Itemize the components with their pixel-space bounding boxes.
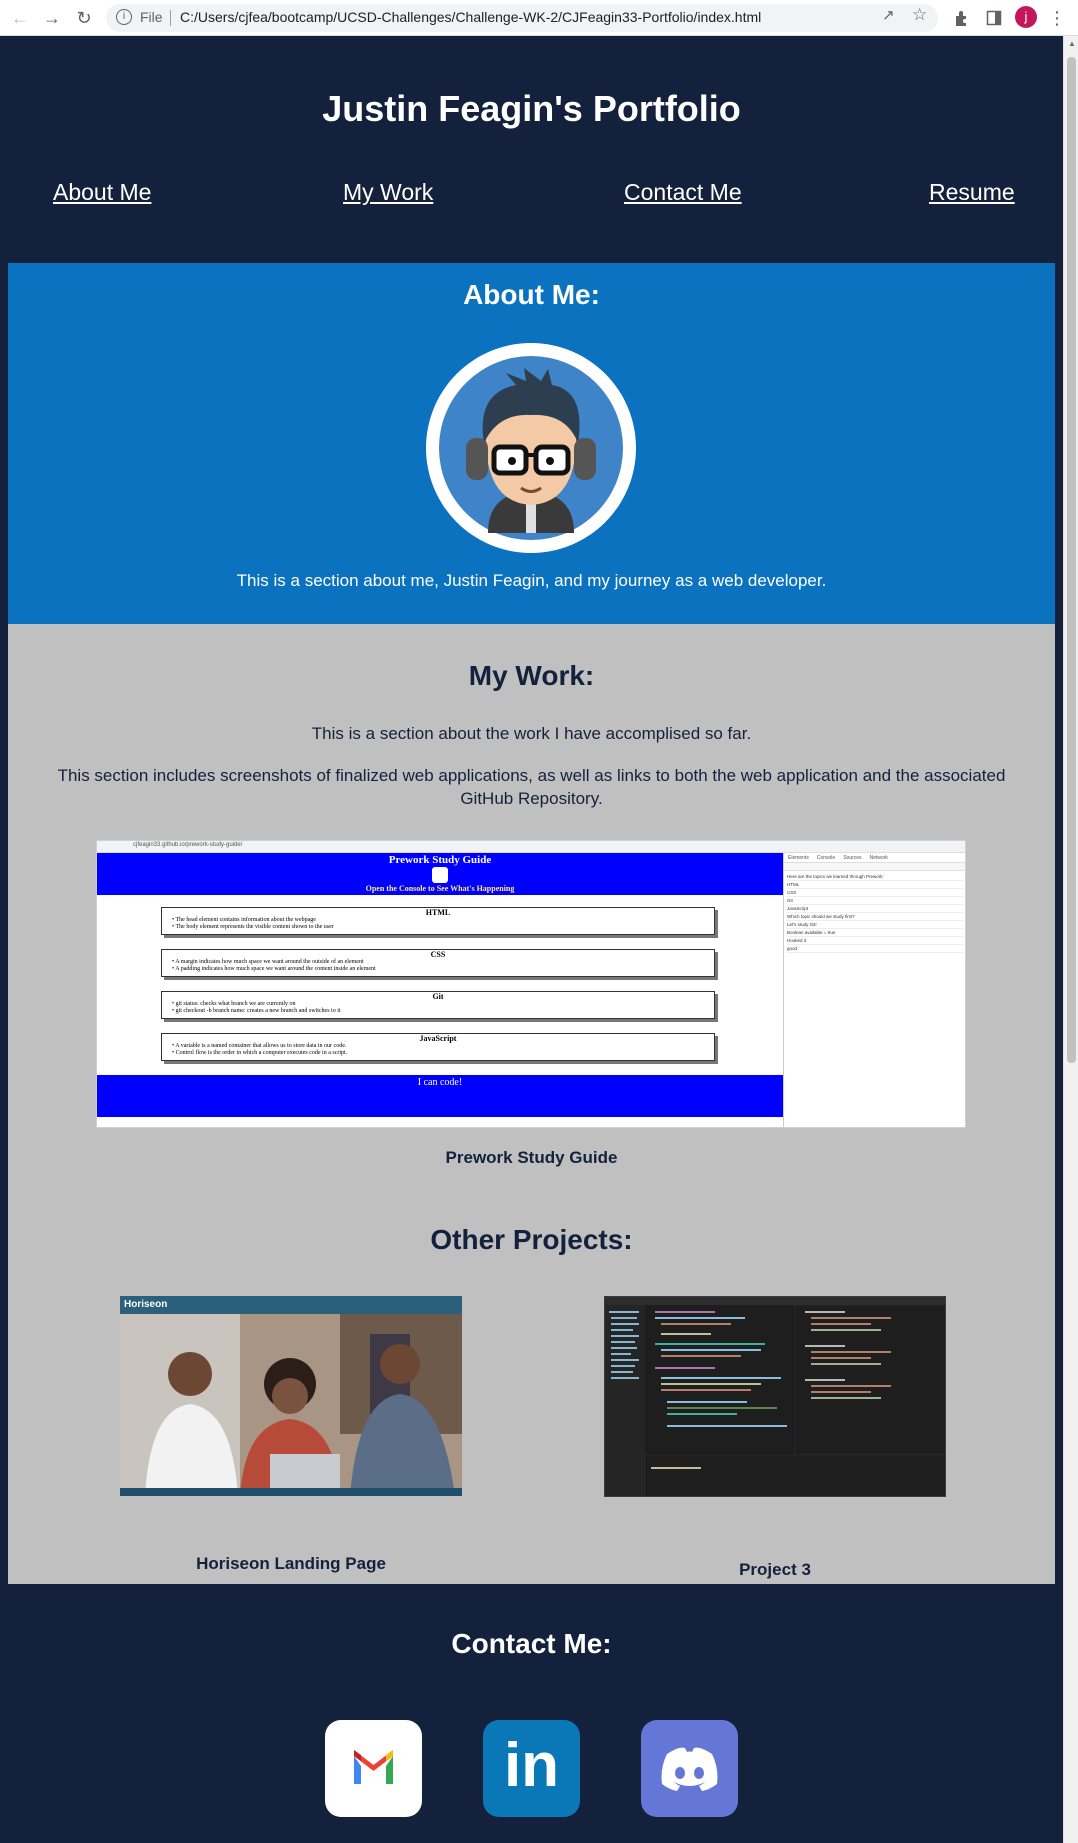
- shot-card-line: • A padding indicates how much space we …: [172, 966, 376, 972]
- nav-about-link[interactable]: About Me: [53, 179, 151, 206]
- scroll-thumb[interactable]: [1067, 57, 1076, 1063]
- console-output: Here are the topics we learned through P…: [784, 871, 965, 955]
- work-detail: This section includes screenshots of fin…: [57, 766, 1006, 808]
- shot-title: Prework Study Guide: [388, 854, 492, 866]
- shot-card-line: • git status: checks what branch we are …: [172, 1001, 296, 1007]
- devtools-filter: [784, 863, 965, 871]
- shot-browser-bar: cjfeagin33.github.io/prework-study-guide…: [97, 841, 965, 853]
- prework-caption: Prework Study Guide: [445, 1148, 618, 1167]
- shot-card: Git • git status: checks what branch we a…: [161, 991, 715, 1019]
- shot-card-line: • The head element contains information …: [172, 917, 316, 923]
- page: Justin Feagin's Portfolio About Me My Wo…: [0, 36, 1063, 1843]
- shot-card-line: • git checkout -b branch name: creates a…: [172, 1008, 341, 1014]
- shot-card-heading: CSS: [430, 950, 446, 959]
- code-editor-image: [605, 1297, 945, 1496]
- discord-icon: [661, 1747, 718, 1791]
- horiseon-photo: [120, 1314, 462, 1496]
- info-icon[interactable]: i: [116, 9, 132, 25]
- nav-contact-link[interactable]: Contact Me: [624, 179, 742, 206]
- reload-icon[interactable]: ↻: [72, 6, 96, 30]
- console-line: Let's study Git!: [787, 921, 964, 929]
- shot-logo: [432, 867, 448, 883]
- devtools-tab: Network: [869, 855, 888, 861]
- project3-screenshot[interactable]: [604, 1296, 946, 1497]
- console-line: good: [787, 945, 964, 953]
- back-icon[interactable]: ←: [8, 6, 32, 30]
- shot-url: cjfeagin33.github.io/prework-study-guide…: [133, 842, 243, 848]
- gmail-icon: [354, 1750, 393, 1784]
- contact-title: Contact Me:: [451, 1628, 612, 1659]
- about-text: This is a section about me, Justin Feagi…: [236, 571, 827, 590]
- linkedin-icon: in: [503, 1731, 560, 1800]
- bookmark-star-icon[interactable]: ☆: [912, 5, 927, 25]
- console-line: Which topic should we study first?: [787, 913, 964, 921]
- profile-avatar[interactable]: j: [1015, 6, 1037, 28]
- work-section: My Work: This is a section about the wor…: [8, 624, 1055, 1584]
- shot-card-line: • A variable is a named container that a…: [172, 1043, 347, 1049]
- shot-footer: I can code!: [97, 1075, 783, 1117]
- discord-link[interactable]: [641, 1720, 738, 1817]
- work-title: My Work:: [468, 660, 595, 691]
- devtools-tab: Console: [816, 855, 836, 861]
- file-label: File: [140, 9, 163, 25]
- vertical-scrollbar[interactable]: ▲: [1063, 36, 1078, 1843]
- shot-card-line: • A margin indicates how much space we w…: [172, 959, 364, 965]
- gmail-link[interactable]: [325, 1720, 422, 1817]
- project3-caption: Project 3: [739, 1560, 811, 1579]
- prework-study-guide-screenshot[interactable]: cjfeagin33.github.io/prework-study-guide…: [96, 840, 966, 1128]
- shot-card-heading: Git: [432, 992, 444, 1001]
- shot-console-note: Open the Console to See What's Happening: [365, 884, 515, 893]
- scroll-up-arrow-icon[interactable]: ▲: [1068, 39, 1076, 48]
- shot-card-line: • Control flow is the order in which a c…: [172, 1050, 348, 1056]
- about-title: About Me:: [463, 279, 600, 310]
- devtools-tab: Sources: [843, 855, 862, 861]
- console-line: Boolean available = true: [787, 929, 964, 937]
- browser-toolbar: ← → ↻ i File C:/Users/cjfea/bootcamp/UCS…: [0, 0, 1078, 36]
- shot-page: Prework Study Guide Open the Console to …: [97, 853, 783, 1127]
- shot-header: Prework Study Guide Open the Console to …: [97, 853, 783, 895]
- console-line: Hooked it: [787, 937, 964, 945]
- forward-icon[interactable]: →: [40, 6, 64, 30]
- nav-resume-link[interactable]: Resume: [929, 179, 1015, 206]
- divider: [170, 10, 171, 26]
- console-line: CSS: [787, 889, 964, 897]
- linkedin-link[interactable]: in: [483, 1720, 580, 1817]
- extensions-icon[interactable]: [950, 6, 974, 30]
- devtools-tab: Elements: [788, 855, 809, 861]
- about-section: About Me: This is a section about me, Ju…: [8, 263, 1055, 624]
- shot-card: HTML • The head element contains informat…: [161, 907, 715, 935]
- devtools-tabs: Elements Console Sources Network: [784, 853, 965, 863]
- shot-card-line: • The body element represents the visibl…: [172, 924, 334, 930]
- horiseon-header: Horiseon: [120, 1296, 462, 1314]
- nav-work-link[interactable]: My Work: [343, 179, 433, 206]
- more-menu-icon[interactable]: ⋮: [1048, 6, 1066, 30]
- avatar-illustration: [439, 356, 623, 540]
- shot-card-heading: HTML: [425, 908, 451, 917]
- console-line: HTML: [787, 881, 964, 889]
- console-line: JavaScript: [787, 905, 964, 913]
- console-line: Git: [787, 897, 964, 905]
- share-icon[interactable]: ↗: [882, 6, 895, 24]
- horiseon-screenshot[interactable]: Horiseon: [120, 1296, 462, 1496]
- console-line: Here are the topics we learned through P…: [787, 873, 964, 881]
- address-bar[interactable]: i File C:/Users/cjfea/bootcamp/UCSD-Chal…: [106, 4, 938, 32]
- side-panel-icon[interactable]: [982, 6, 1006, 30]
- profile-picture: [426, 343, 636, 553]
- url-text[interactable]: C:/Users/cjfea/bootcamp/UCSD-Challenges/…: [180, 9, 761, 25]
- shot-card: JavaScript • A variable is a named contai…: [161, 1033, 715, 1061]
- horiseon-caption: Horiseon Landing Page: [196, 1554, 386, 1573]
- shot-card-heading: JavaScript: [419, 1034, 457, 1043]
- work-intro: This is a section about the work I have …: [311, 724, 752, 743]
- shot-devtools: Elements Console Sources Network Here are t…: [783, 853, 965, 1127]
- other-projects-title: Other Projects:: [430, 1224, 633, 1255]
- shot-card: CSS • A margin indicates how much space w…: [161, 949, 715, 977]
- site-title: Justin Feagin's Portfolio: [322, 88, 741, 129]
